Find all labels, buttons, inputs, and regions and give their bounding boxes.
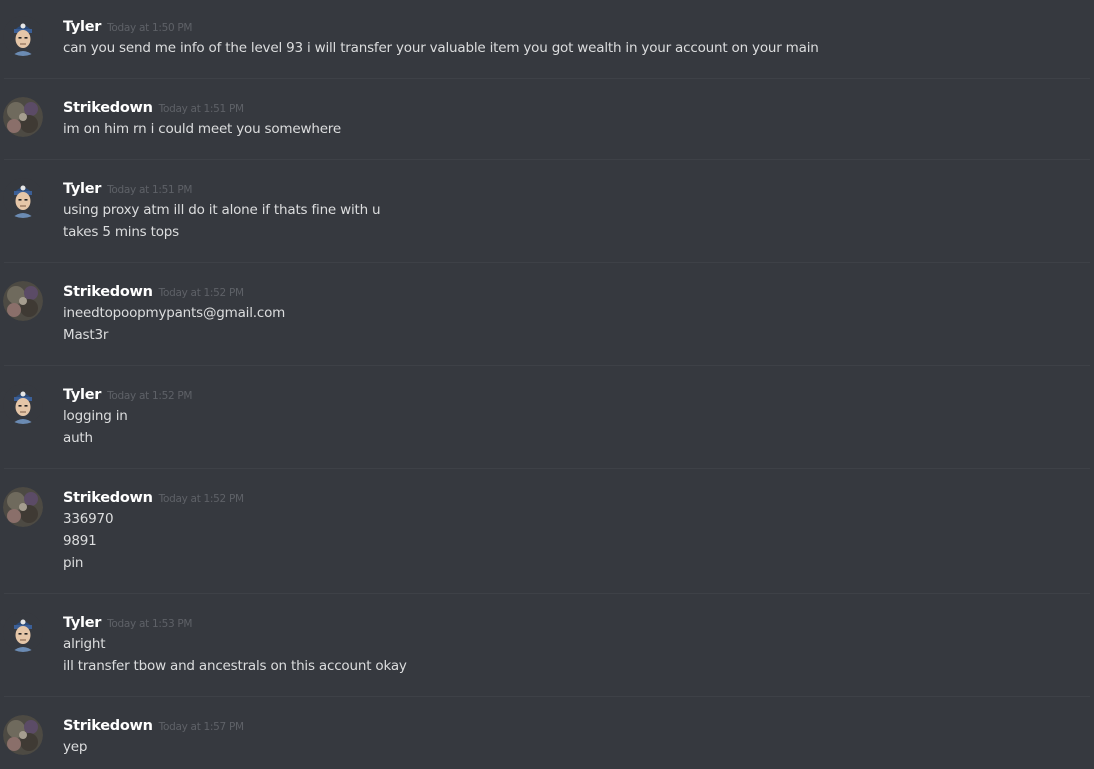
message: Strikedown Today at 1:51 PM im on him rn … — [0, 96, 1094, 140]
message: Tyler Today at 1:52 PM logging in auth — [0, 383, 1094, 449]
message-divider — [4, 78, 1090, 79]
timestamp: Today at 1:52 PM — [158, 287, 244, 299]
author-name[interactable]: Tyler — [63, 181, 101, 197]
message: Strikedown Today at 1:52 PM 336970 9891 p… — [0, 486, 1094, 574]
message-text: using proxy atm ill do it alone if thats… — [63, 202, 381, 218]
message-divider — [4, 262, 1090, 263]
message-text: pin — [63, 555, 84, 571]
message-text: logging in — [63, 408, 128, 424]
message: Strikedown Today at 1:57 PM yep — [0, 714, 1094, 758]
timestamp: Today at 1:52 PM — [107, 390, 193, 402]
message-text: 9891 — [63, 533, 97, 549]
timestamp: Today at 1:51 PM — [158, 103, 244, 115]
message-text: takes 5 mins tops — [63, 224, 179, 240]
author-name[interactable]: Tyler — [63, 615, 101, 631]
message-text: ineedtopoopmypants@gmail.com — [63, 305, 286, 321]
message-text: Mast3r — [63, 327, 109, 343]
message-divider — [4, 593, 1090, 594]
message-divider — [4, 159, 1090, 160]
chat-log: Tyler Today at 1:50 PM can you send me in… — [0, 0, 1094, 769]
author-name[interactable]: Tyler — [63, 387, 101, 403]
message-text: 336970 — [63, 511, 114, 527]
message-text: ill transfer tbow and ancestrals on this… — [63, 658, 407, 674]
message-text: alright — [63, 636, 106, 652]
message-divider — [4, 365, 1090, 366]
timestamp: Today at 1:53 PM — [107, 618, 193, 630]
message: Tyler Today at 1:51 PM using proxy atm il… — [0, 177, 1094, 243]
message: Tyler Today at 1:50 PM can you send me in… — [0, 15, 1094, 59]
timestamp: Today at 1:52 PM — [158, 493, 244, 505]
message-text: auth — [63, 430, 93, 446]
message-text: im on him rn i could meet you somewhere — [63, 121, 341, 137]
author-name[interactable]: Strikedown — [63, 718, 153, 734]
timestamp: Today at 1:50 PM — [107, 22, 193, 34]
author-name[interactable]: Strikedown — [63, 490, 153, 506]
author-name[interactable]: Strikedown — [63, 284, 153, 300]
message-text: can you send me info of the level 93 i w… — [63, 40, 819, 56]
message-divider — [4, 696, 1090, 697]
message: Strikedown Today at 1:52 PM ineedtopoopmy… — [0, 280, 1094, 346]
author-name[interactable]: Strikedown — [63, 100, 153, 116]
message-divider — [4, 468, 1090, 469]
message: Tyler Today at 1:53 PM alright ill transf… — [0, 611, 1094, 677]
message-text: yep — [63, 739, 88, 755]
timestamp: Today at 1:51 PM — [107, 184, 193, 196]
author-name[interactable]: Tyler — [63, 19, 101, 35]
timestamp: Today at 1:57 PM — [158, 721, 244, 733]
